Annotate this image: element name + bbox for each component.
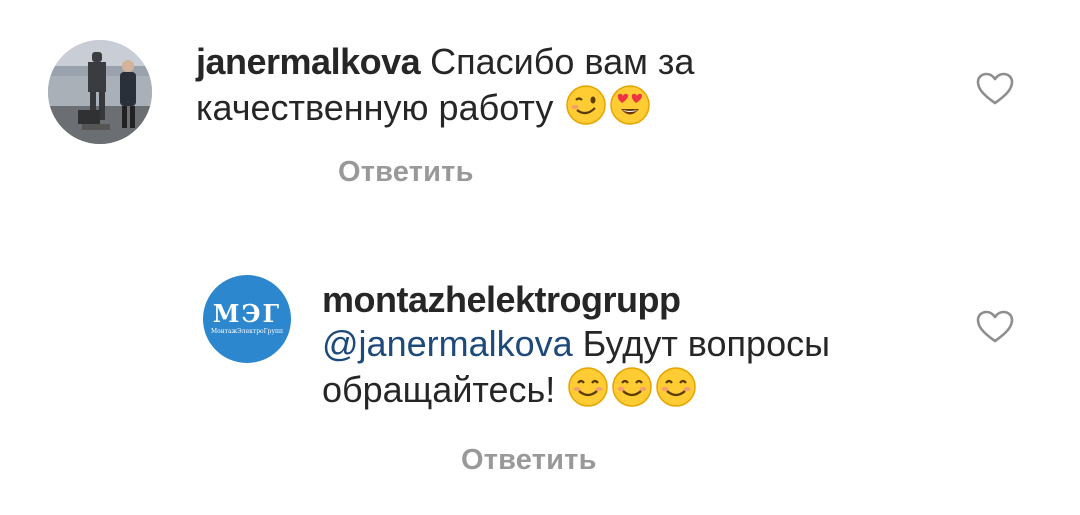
logo-mark: МЭГ [212,299,282,328]
like-heart-icon[interactable] [976,310,1014,344]
company-logo: МЭГ МонтажЭлектроГрупп [203,275,291,363]
avatar[interactable] [48,40,152,144]
winking-face-icon [565,84,607,126]
smiling-face-icon [567,366,609,408]
comment-item: МЭГ МонтажЭлектроГрупп montazhelektrogru… [0,230,1080,515]
heart-eyes-face-icon [609,84,651,126]
comment-username[interactable]: montazhelektrogrupp [322,278,942,322]
smiling-face-icon [611,366,653,408]
comment-item: janermalkova Спасибо вам за качественную… [0,0,1080,220]
logo-subtext: МонтажЭлектроГрупп [211,328,283,335]
avatar[interactable]: МЭГ МонтажЭлектроГрупп [200,272,294,366]
like-heart-icon[interactable] [976,72,1014,106]
smiling-face-icon [655,366,697,408]
reply-button[interactable]: Ответить [338,156,474,189]
mention-link[interactable]: @janermalkova [322,323,573,364]
comment-text-block: montazhelektrogrupp @janermalkova Будут … [322,278,942,412]
comment-username[interactable]: janermalkova [196,41,421,82]
avatar-photo-image [48,40,152,144]
reply-button[interactable]: Ответить [461,444,597,477]
comment-text-block: janermalkova Спасибо вам за качественную… [196,40,816,130]
